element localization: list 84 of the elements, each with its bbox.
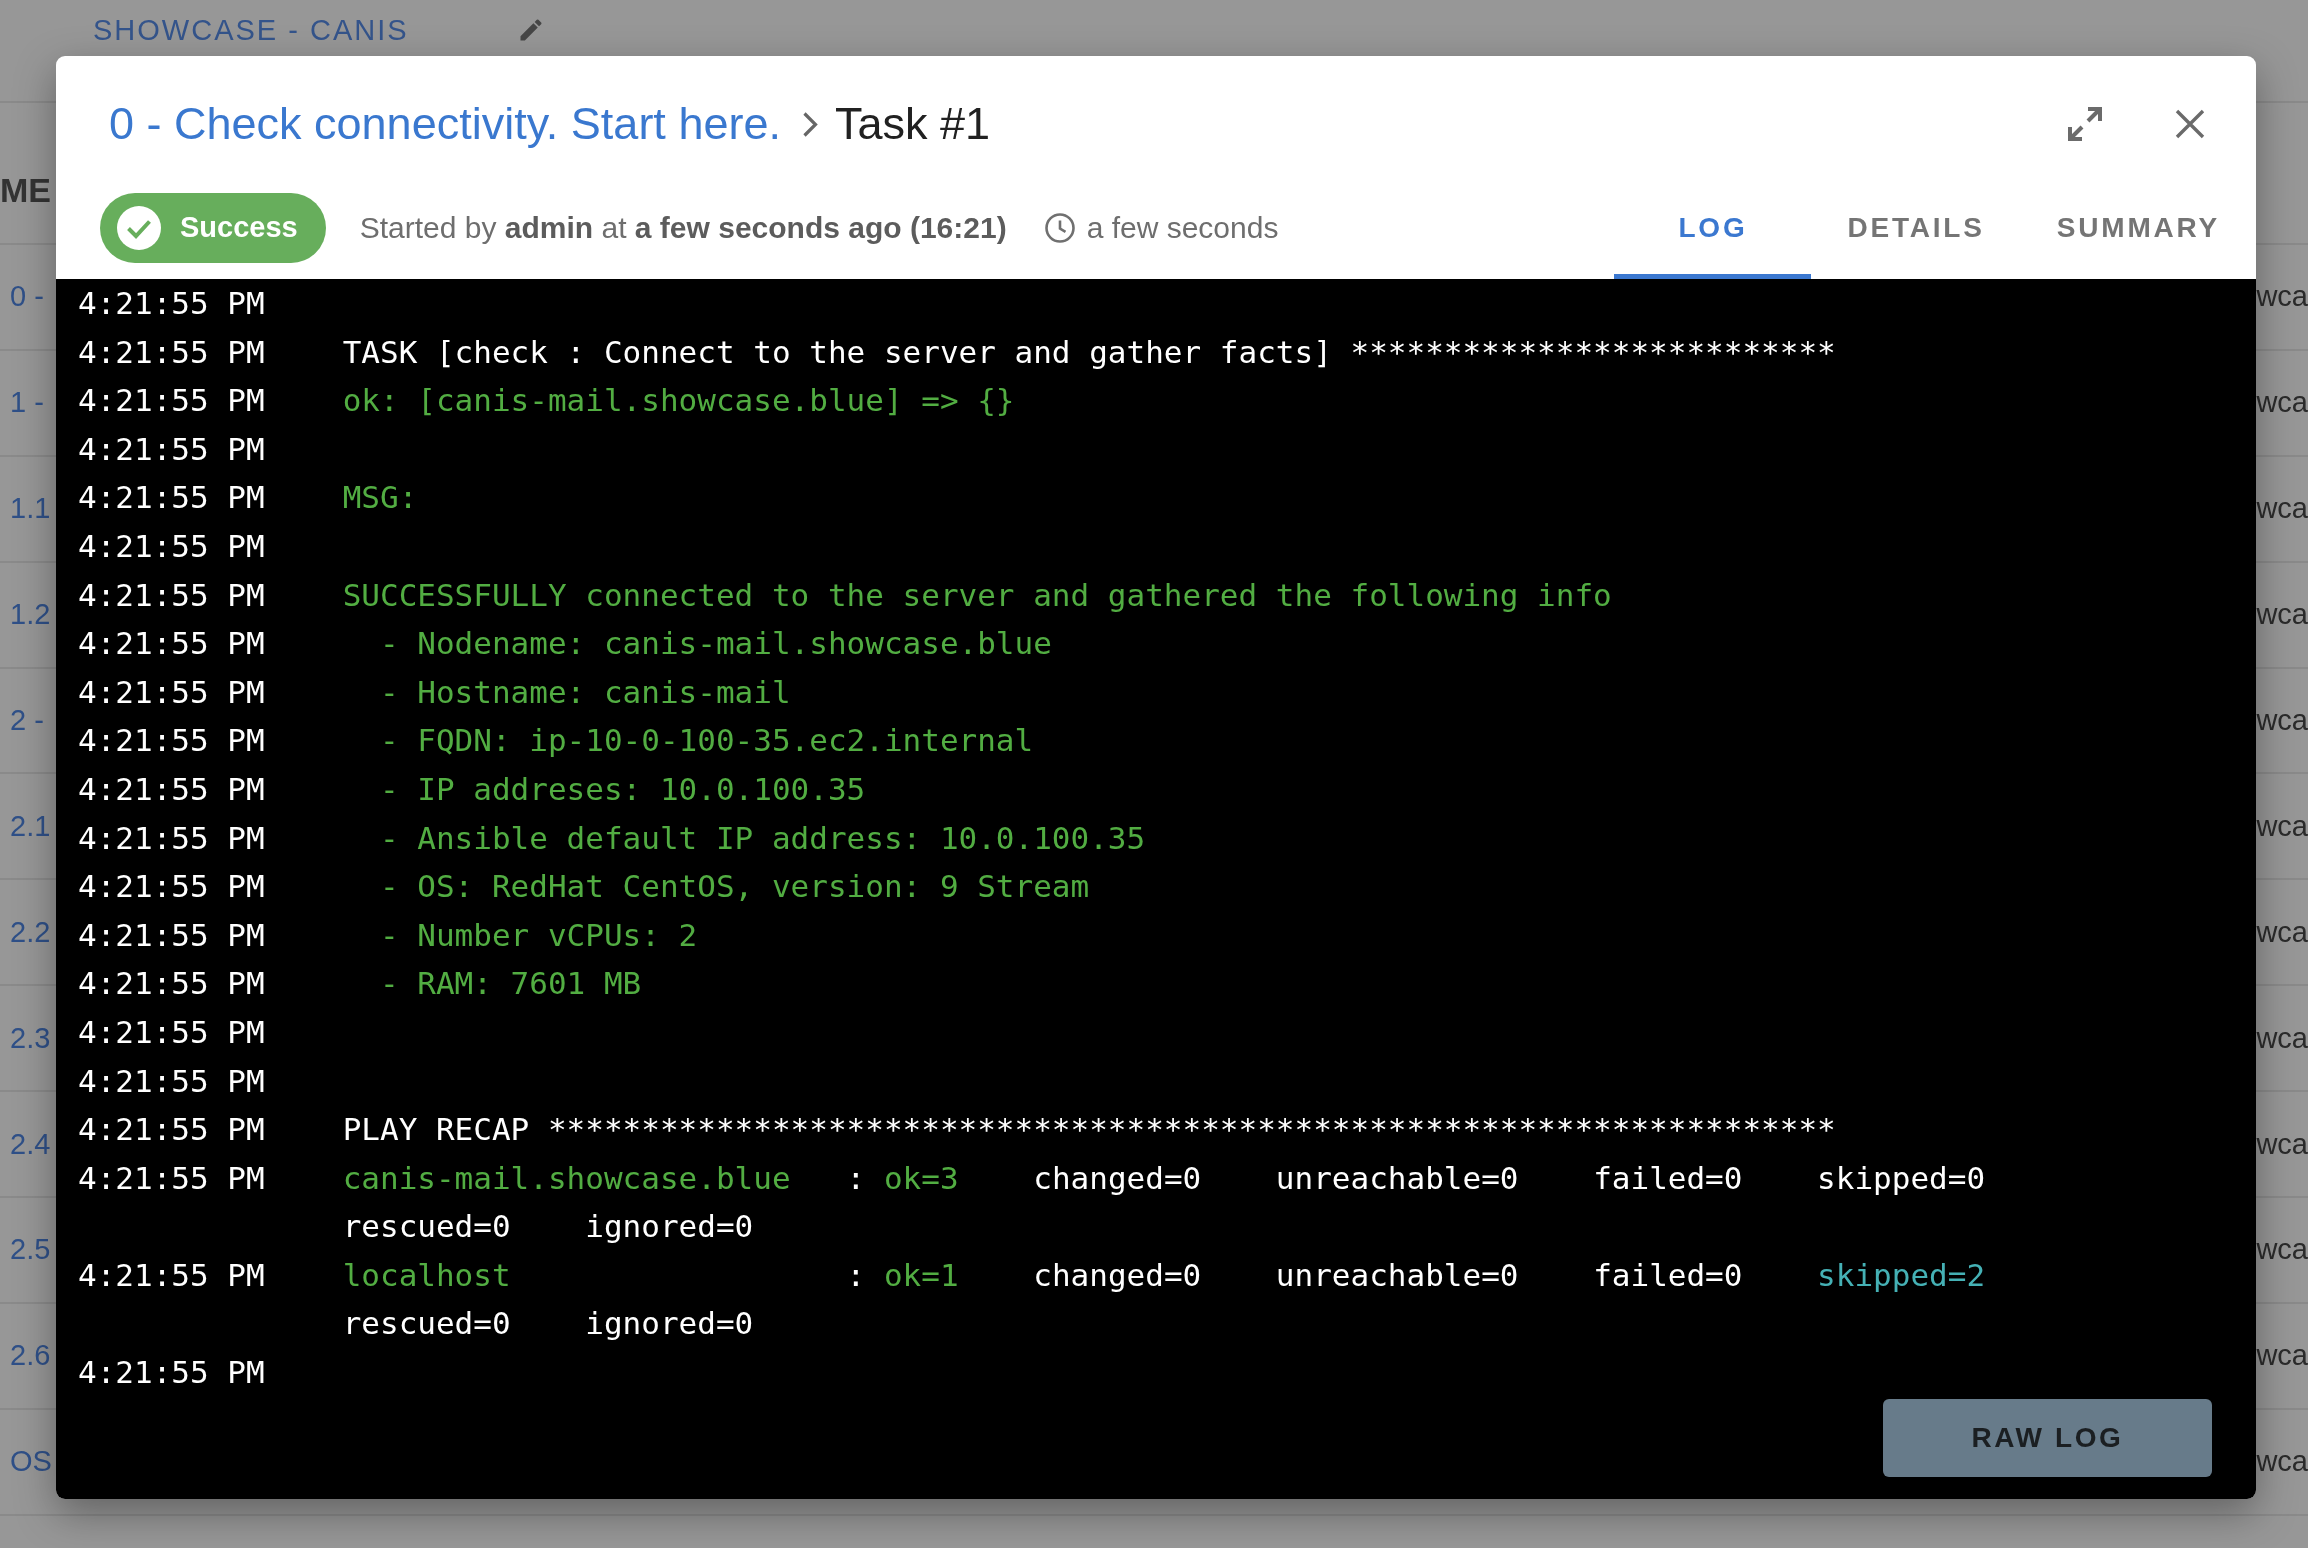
duration-text: a few seconds — [1086, 210, 1279, 245]
log-timestamp: 4:21:55 PM — [78, 624, 265, 664]
log-timestamp: 4:21:55 PM — [78, 672, 265, 712]
log-text: MSG: — [342, 479, 418, 516]
log-timestamp: 4:21:55 PM — [78, 478, 265, 518]
log-text: PLAY RECAP ********************************************************************* — [342, 1111, 1836, 1148]
log-text: - FQDN: ip-10-0-100-35.ec2.internal — [379, 722, 1034, 759]
log-timestamp: 4:21:55 PM — [78, 964, 265, 1004]
log-timestamp: 4:21:55 PM — [78, 1110, 265, 1150]
table-cell: wca — [2256, 1021, 2308, 1055]
log-text: ok=1 — [883, 1256, 959, 1293]
table-cell: wca — [2256, 492, 2308, 526]
expand-icon — [2065, 104, 2105, 144]
log-timestamp: 4:21:55 PM — [78, 284, 265, 323]
log-text: - Number vCPUs: 2 — [379, 916, 698, 953]
log-text: TASK [check : Connect to the server and gather facts] ************************** — [342, 333, 1836, 370]
table-cell: wca — [2256, 1127, 2308, 1161]
log-timestamp: 4:21:55 PM — [78, 526, 265, 566]
table-cell: 1.2 — [10, 598, 51, 632]
table-cell: wca — [2256, 915, 2308, 949]
breadcrumb-link[interactable]: 0 - Check connectivity. Start here. — [109, 98, 781, 150]
log-text: - Hostname: canis-mail — [379, 673, 791, 710]
table-cell: 2 - — [10, 704, 44, 737]
table-cell: wca — [2256, 1445, 2308, 1479]
table-cell: 2.4 — [10, 1127, 51, 1161]
log-text: - OS: RedHat CentOS, version: 9 Stream — [379, 868, 1090, 905]
log-text: : — [846, 1256, 866, 1293]
table-cell: 2.1 — [10, 809, 51, 843]
tab[interactable]: DETAILS — [1811, 176, 2021, 279]
table-cell: wca — [2256, 809, 2308, 843]
log-text: canis-mail.showcase.blue — [342, 1159, 791, 1196]
started-text: Started by admin at a few seconds ago (16:21) — [359, 210, 1007, 245]
log-timestamp: 4:21:55 PM — [78, 1255, 265, 1295]
log-text: localhost — [342, 1256, 511, 1293]
log-timestamp: 4:21:55 PM — [78, 867, 265, 907]
log-text: ok=3 — [883, 1159, 959, 1196]
log-text: rescued=0 ignored=0 — [342, 1305, 754, 1342]
log-timestamp: 4:21:55 PM — [78, 818, 265, 858]
check-circle-icon — [117, 205, 161, 250]
table-cell: OS — [10, 1445, 52, 1479]
table-cell: 1 - — [10, 386, 44, 420]
log-timestamp: 4:21:55 PM — [78, 381, 265, 421]
table-cell: 0 - — [10, 280, 44, 314]
task-title: Task #1 — [834, 98, 991, 150]
log-text: - RAM: 7601 MB — [379, 965, 642, 1002]
table-cell: wca — [2256, 1233, 2308, 1267]
log-text: changed=0 unreachable=0 failed=0 skipped=0 — [1033, 1159, 1986, 1196]
table-cell: wca — [2256, 1339, 2308, 1373]
close-icon — [2175, 109, 2205, 139]
log-text: - Nodename: canis-mail.showcase.blue — [379, 625, 1052, 662]
table-cell: 2.3 — [10, 1021, 51, 1055]
log-text: skipped=2 — [1817, 1256, 1986, 1293]
chevron-right-icon — [801, 110, 818, 138]
log-timestamp: 4:21:55 PM — [78, 1012, 265, 1052]
log-timestamp: 4:21:55 PM — [78, 1061, 265, 1101]
table-cell: 2.6 — [10, 1339, 51, 1373]
table-cell: 2.5 — [10, 1233, 51, 1267]
log-timestamp: 4:21:55 PM — [78, 769, 265, 809]
table-cell: wca — [2256, 386, 2308, 420]
log-text: ok: [canis-mail.showcase.blue] => {} — [342, 382, 1015, 419]
status-label: Success — [180, 211, 298, 244]
log-timestamp: 4:21:55 PM — [78, 332, 265, 372]
clock-icon — [1044, 212, 1075, 243]
log-text: changed=0 unreachable=0 failed=0 — [1033, 1256, 1743, 1293]
log-timestamp: 4:21:55 PM — [78, 575, 265, 615]
log-timestamp: 4:21:55 PM — [78, 1353, 265, 1393]
log-text: - IP addreses: 10.0.100.35 — [379, 770, 866, 807]
column-header: ME — [0, 170, 51, 210]
log-text: : — [846, 1159, 866, 1196]
log-text: SUCCESSFULLY connected to the server and gathered the following info — [342, 576, 1612, 613]
log-timestamp: 4:21:55 PM — [78, 721, 265, 761]
log-timestamp: 4:21:55 PM — [78, 1158, 265, 1198]
table-cell: wca — [2256, 704, 2308, 737]
log-timestamp: 4:21:55 PM — [78, 429, 265, 469]
table-cell: wca — [2256, 598, 2308, 632]
tab[interactable]: SUMMARY — [2020, 176, 2256, 279]
table-cell: 2.2 — [10, 915, 51, 949]
log-text: - Ansible default IP address: 10.0.100.35 — [379, 819, 1146, 856]
table-cell: 1.1 — [10, 492, 51, 526]
raw-log-button[interactable]: RAW LOG — [1883, 1399, 2212, 1477]
project-title: SHOWCASE - CANIS — [93, 13, 409, 48]
table-cell: wca — [2256, 280, 2308, 314]
log-text: rescued=0 ignored=0 — [342, 1208, 754, 1245]
log-timestamp: 4:21:55 PM — [78, 915, 265, 955]
